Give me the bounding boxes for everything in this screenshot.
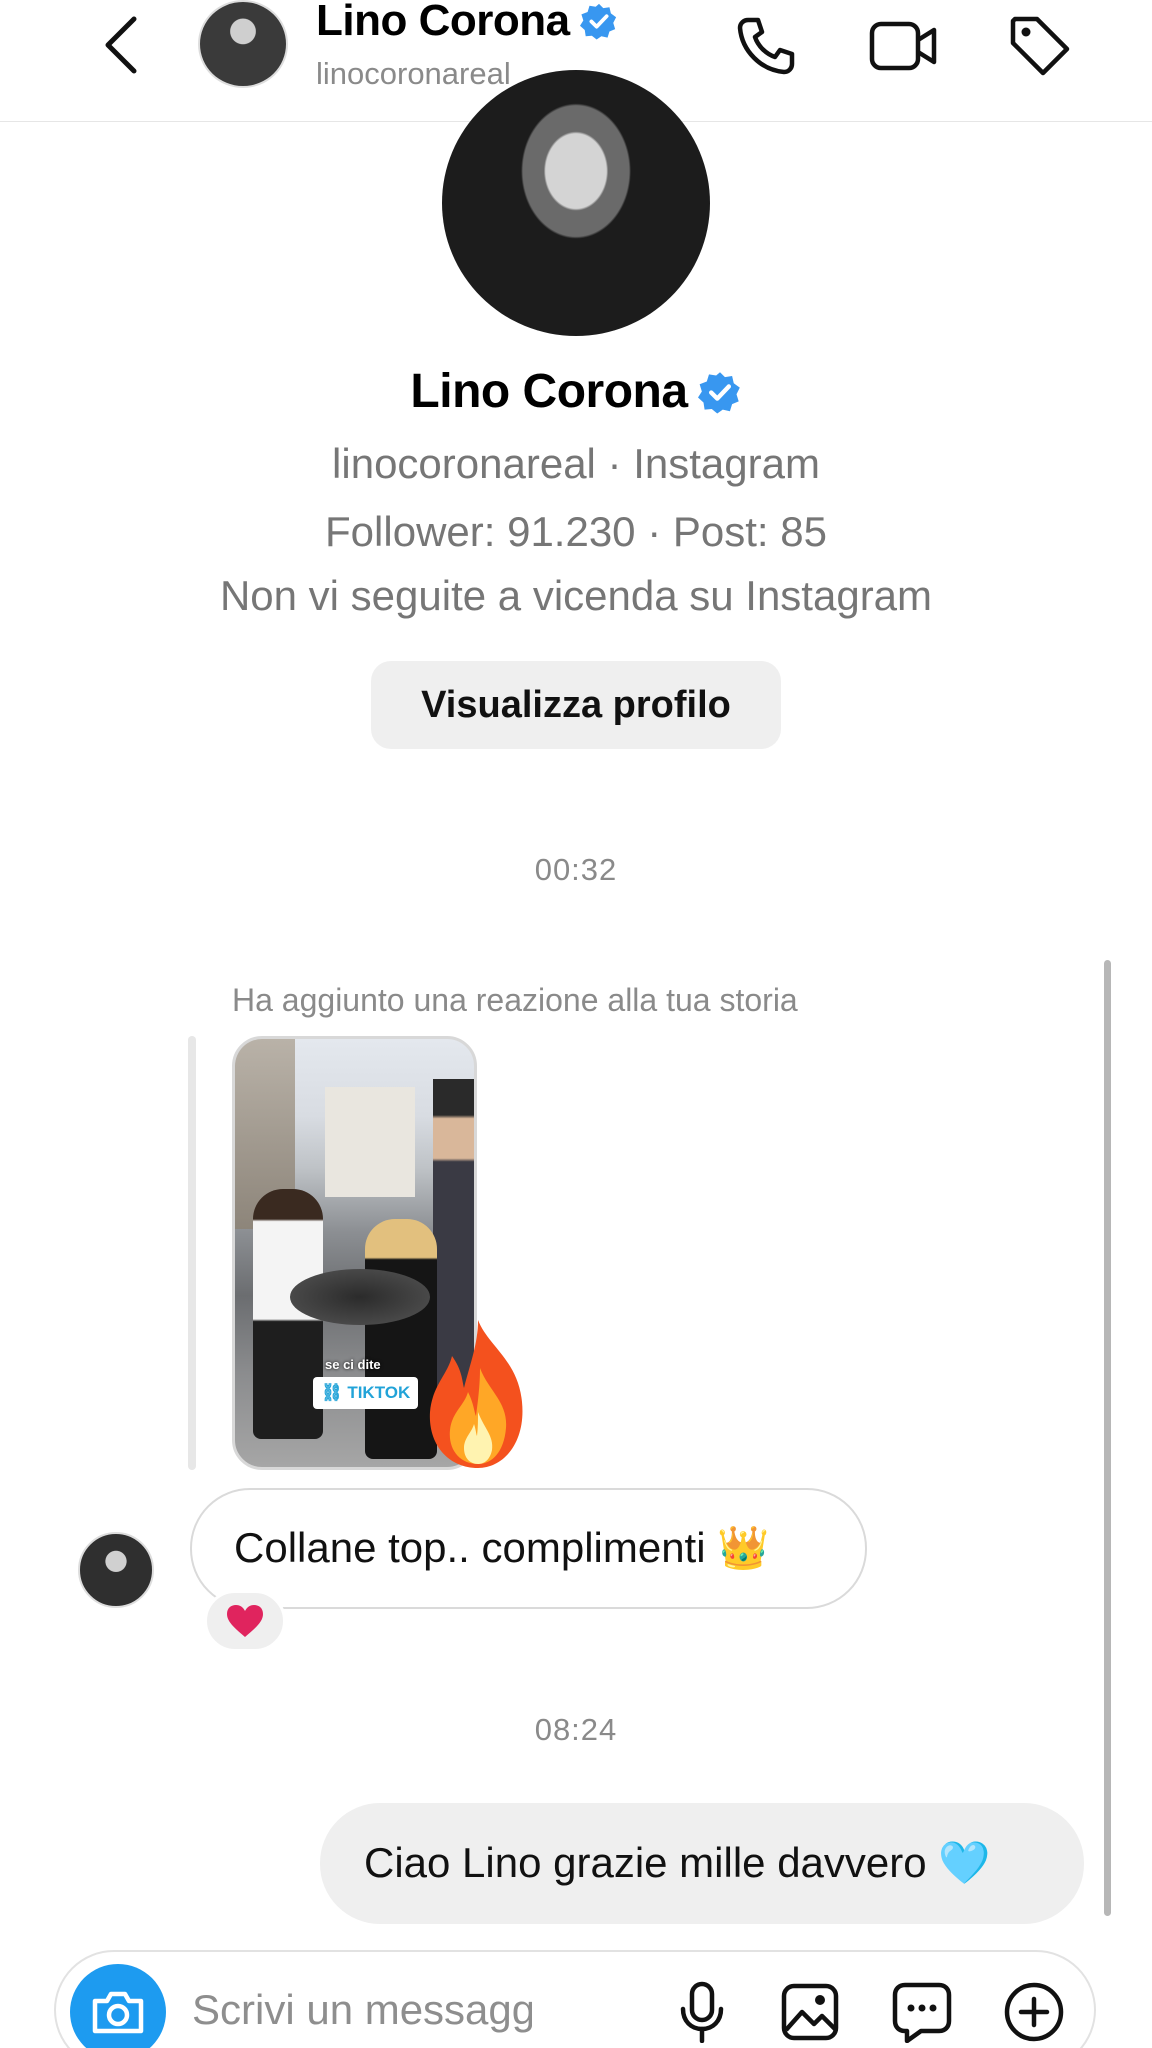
story-tray — [290, 1269, 430, 1325]
heart-icon — [227, 1605, 263, 1637]
camera-button[interactable] — [70, 1964, 166, 2048]
plus-circle-icon — [1004, 1982, 1064, 2042]
story-reply-bar — [188, 1036, 196, 1470]
camera-icon — [92, 1991, 144, 2034]
outgoing-message-text: Ciao Lino grazie mille davvero 🩵 — [364, 1839, 991, 1886]
profile-name-row: Lino Corona — [0, 364, 1152, 419]
timestamp: 00:32 — [534, 852, 618, 887]
view-profile-button[interactable]: Visualizza profilo — [371, 661, 781, 749]
verified-badge-icon — [579, 3, 616, 40]
call-button[interactable] — [728, 8, 804, 84]
tag-button[interactable] — [1002, 8, 1078, 84]
profile-avatar[interactable] — [442, 70, 710, 336]
video-camera-icon — [869, 21, 937, 71]
fire-emoji-icon — [429, 1320, 523, 1468]
link-icon: ⛓ — [321, 1383, 343, 1402]
header-username: linocoronareal — [316, 56, 511, 91]
message-input[interactable] — [192, 1980, 532, 2040]
tiktok-link-label: TIKTOK — [347, 1383, 411, 1402]
incoming-message-bubble[interactable]: Collane top.. complimenti 👑 — [190, 1488, 867, 1609]
tiktok-link-sticker[interactable]: ⛓ TIKTOK — [313, 1377, 419, 1409]
profile-subtitle: linocoronareal · Instagram — [332, 440, 820, 487]
sender-avatar[interactable] — [78, 1532, 154, 1608]
header-avatar[interactable] — [198, 0, 288, 88]
profile-stats: Follower: 91.230 · Post: 85 — [325, 508, 827, 555]
message-reaction[interactable] — [204, 1590, 286, 1652]
header-name-row[interactable]: Lino Corona — [316, 0, 618, 46]
back-button[interactable] — [96, 12, 148, 78]
story-overlay-text: se ci dite — [325, 1357, 381, 1372]
scrollbar[interactable] — [1104, 960, 1111, 1916]
phone-icon — [737, 17, 795, 75]
image-icon — [781, 1983, 839, 2041]
add-button[interactable] — [996, 1974, 1072, 2048]
profile-relation: Non vi seguite a vicenda su Instagram — [219, 572, 933, 619]
header-name: Lino Corona — [316, 0, 570, 45]
chat-bubble-icon — [892, 1982, 952, 2043]
microphone-icon — [680, 1981, 724, 2043]
voice-message-button[interactable] — [664, 1974, 740, 2048]
profile-name: Lino Corona — [410, 365, 688, 418]
incoming-message-text: Collane top.. complimenti 👑 — [234, 1524, 770, 1571]
chevron-left-icon — [105, 16, 137, 74]
story-building — [325, 1087, 415, 1197]
video-call-button[interactable] — [866, 8, 942, 84]
sticker-button[interactable] — [884, 1974, 960, 2048]
verified-badge-icon — [697, 371, 740, 413]
gallery-button[interactable] — [772, 1974, 848, 2048]
story-reaction-caption: Ha aggiunto una reazione alla tua storia — [232, 982, 798, 1018]
message-composer — [54, 1950, 1096, 2048]
timestamp: 08:24 — [534, 1712, 618, 1747]
tag-icon — [1010, 16, 1070, 76]
outgoing-message-bubble[interactable]: Ciao Lino grazie mille davvero 🩵 — [320, 1803, 1084, 1924]
